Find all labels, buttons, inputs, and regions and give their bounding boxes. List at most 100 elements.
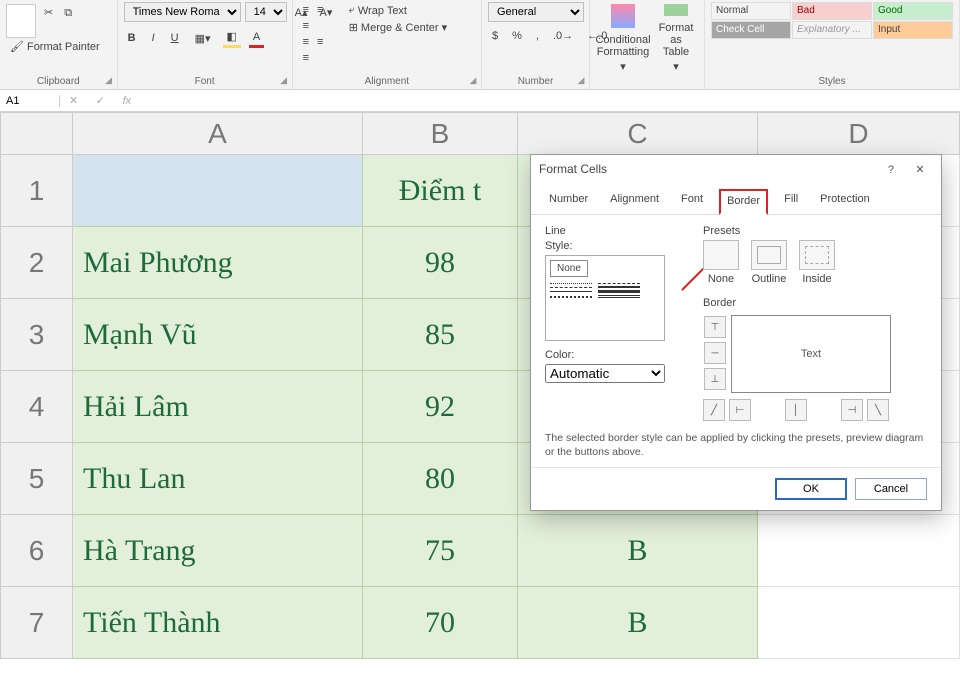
enter-formula-icon[interactable]: ✓ <box>96 94 105 107</box>
dialog-launcher-icon[interactable]: ◢ <box>575 75 587 87</box>
border-left-button[interactable]: ⊢ <box>729 399 751 421</box>
style-bad[interactable]: Bad <box>792 2 872 20</box>
border-button-icon[interactable]: ▦▾ <box>191 28 215 48</box>
cell-b5[interactable]: 80 <box>363 443 518 515</box>
copy-button[interactable]: ⧉ <box>60 5 76 22</box>
row-header-4[interactable]: 4 <box>1 371 73 443</box>
cell-a1[interactable] <box>73 155 363 227</box>
cell-a5[interactable]: Thu Lan <box>73 443 363 515</box>
cell-a7[interactable]: Tiến Thành <box>73 587 363 659</box>
row-header-1[interactable]: 1 <box>1 155 73 227</box>
preset-outline[interactable]: Outline <box>751 240 787 285</box>
paste-icon[interactable] <box>6 4 36 38</box>
cell-a6[interactable]: Hà Trang <box>73 515 363 587</box>
select-all-corner[interactable] <box>1 113 73 155</box>
cancel-formula-icon[interactable]: ✕ <box>69 94 78 107</box>
style-normal[interactable]: Normal <box>711 2 791 20</box>
border-middle-h-button[interactable]: ─ <box>704 342 726 364</box>
cell-b3[interactable]: 85 <box>363 299 518 371</box>
tab-alignment[interactable]: Alignment <box>604 189 665 214</box>
row-header-7[interactable]: 7 <box>1 587 73 659</box>
conditional-formatting-button[interactable]: Conditional Formatting▾ <box>596 2 650 75</box>
close-icon[interactable]: ✕ <box>907 163 933 176</box>
border-top-button[interactable]: ⊤ <box>704 316 726 338</box>
line-style-list[interactable]: None <box>545 255 665 341</box>
format-as-table-button[interactable]: Format as Table▾ <box>654 2 698 75</box>
cell-d6[interactable] <box>758 515 960 587</box>
cell-b2[interactable]: 98 <box>363 227 518 299</box>
cell-b1[interactable]: Điểm t <box>363 155 518 227</box>
align-right-icon[interactable]: ≡ <box>299 50 313 66</box>
preset-inside[interactable]: Inside <box>799 240 835 285</box>
cell-b7[interactable]: 70 <box>363 587 518 659</box>
bold-button[interactable]: B <box>124 28 140 48</box>
align-center-icon[interactable]: ≡ <box>313 34 327 50</box>
cell-c7[interactable]: B <box>518 587 758 659</box>
col-header-a[interactable]: A <box>73 113 363 155</box>
border-middle-v-button[interactable]: │ <box>785 399 807 421</box>
tab-fill[interactable]: Fill <box>778 189 804 214</box>
italic-button[interactable]: I <box>148 28 159 48</box>
border-color-select[interactable]: Automatic <box>545 364 665 383</box>
fill-color-icon[interactable]: ◧ <box>223 28 241 48</box>
dialog-titlebar[interactable]: Format Cells ? ✕ <box>531 155 941 183</box>
border-right-button[interactable]: ⊣ <box>841 399 863 421</box>
style-good[interactable]: Good <box>873 2 953 20</box>
increase-decimal-icon[interactable]: .0→ <box>549 28 577 44</box>
dialog-launcher-icon[interactable]: ◢ <box>278 75 290 87</box>
merge-center-button[interactable]: ⊞ Merge & Center ▾ <box>345 19 451 36</box>
row-header-5[interactable]: 5 <box>1 443 73 515</box>
align-middle-icon[interactable]: ≡ <box>313 2 327 18</box>
cell-a2[interactable]: Mai Phương <box>73 227 363 299</box>
fx-icon[interactable]: fx <box>123 95 132 107</box>
currency-icon[interactable]: $ <box>488 28 502 44</box>
align-top-icon[interactable]: ≡ <box>299 2 313 18</box>
wrap-text-button[interactable]: ⤶ Wrap Text <box>345 2 411 19</box>
name-box-input[interactable] <box>6 95 54 107</box>
cell-a3[interactable]: Mạnh Vũ <box>73 299 363 371</box>
format-painter-button[interactable]: 🖌 Format Painter <box>6 38 104 55</box>
ok-button[interactable]: OK <box>775 478 847 500</box>
font-size-select[interactable]: 14 <box>245 2 287 22</box>
col-header-c[interactable]: C <box>518 113 758 155</box>
border-preview[interactable]: ⊤ ─ ⊥ Text <box>731 315 891 393</box>
cell-b4[interactable]: 92 <box>363 371 518 443</box>
border-diag-down-button[interactable]: ╲ <box>867 399 889 421</box>
cell-b6[interactable]: 75 <box>363 515 518 587</box>
style-input[interactable]: Input <box>873 21 953 39</box>
font-name-select[interactable]: Times New Roma <box>124 2 241 22</box>
tab-border[interactable]: Border <box>719 189 768 215</box>
col-header-b[interactable]: B <box>363 113 518 155</box>
border-bottom-button[interactable]: ⊥ <box>704 368 726 390</box>
dialog-tabs: Number Alignment Font Border Fill Protec… <box>531 183 941 215</box>
preset-none[interactable]: None <box>703 240 739 285</box>
cell-d7[interactable] <box>758 587 960 659</box>
align-left-icon[interactable]: ≡ <box>299 34 313 50</box>
help-icon[interactable]: ? <box>878 164 904 176</box>
row-header-2[interactable]: 2 <box>1 227 73 299</box>
tab-number[interactable]: Number <box>543 189 594 214</box>
font-color-icon[interactable]: A <box>249 28 264 48</box>
underline-button[interactable]: U <box>167 28 183 48</box>
row-header-3[interactable]: 3 <box>1 299 73 371</box>
dialog-launcher-icon[interactable]: ◢ <box>467 75 479 87</box>
dialog-launcher-icon[interactable]: ◢ <box>103 75 115 87</box>
name-box[interactable] <box>0 95 60 107</box>
cancel-button[interactable]: Cancel <box>855 478 927 500</box>
border-diag-up-button[interactable]: ╱ <box>703 399 725 421</box>
style-explanatory[interactable]: Explanatory ... <box>792 21 872 39</box>
cell-style-gallery[interactable]: Normal Bad Good Check Cell Explanatory .… <box>711 2 953 39</box>
tab-protection[interactable]: Protection <box>814 189 876 214</box>
number-format-select[interactable]: General <box>488 2 584 22</box>
style-check-cell[interactable]: Check Cell <box>711 21 791 39</box>
tab-font[interactable]: Font <box>675 189 709 214</box>
comma-icon[interactable]: , <box>532 28 543 44</box>
cell-a4[interactable]: Hải Lâm <box>73 371 363 443</box>
align-bottom-icon[interactable]: ≡ <box>299 18 313 34</box>
line-style-none[interactable]: None <box>550 260 588 277</box>
cell-c6[interactable]: B <box>518 515 758 587</box>
percent-icon[interactable]: % <box>508 28 526 44</box>
row-header-6[interactable]: 6 <box>1 515 73 587</box>
col-header-d[interactable]: D <box>758 113 960 155</box>
cut-button[interactable]: ✂ <box>40 4 57 21</box>
